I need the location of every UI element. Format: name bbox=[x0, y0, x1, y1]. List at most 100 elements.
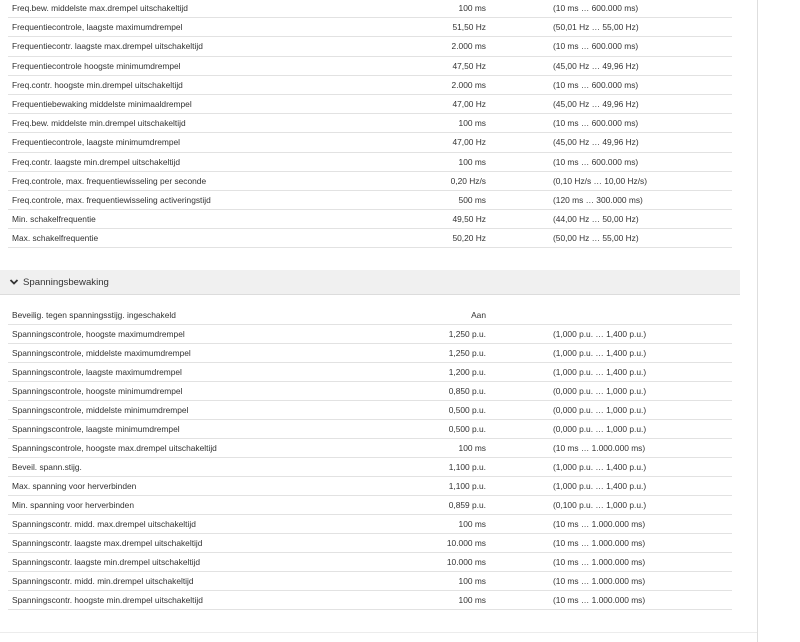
table-row: Spanningscontrole, laagste minimumdrempe… bbox=[8, 420, 732, 439]
table-row: Freq.contr. hoogste min.drempel uitschak… bbox=[8, 76, 732, 95]
setting-name: Spanningscontrole, hoogste maximumdrempe… bbox=[12, 329, 185, 339]
setting-name: Spanningscontrole, middelste minimumdrem… bbox=[12, 405, 189, 415]
setting-range: (10 ms … 1.000.000 ms) bbox=[553, 557, 646, 567]
table-row: Spanningscontrole, hoogste max.drempel u… bbox=[8, 439, 732, 458]
setting-value: 1,100 p.u. bbox=[448, 481, 486, 491]
setting-name: Min. schakelfrequentie bbox=[12, 214, 96, 225]
table-row: Spanningscontr. laagste min.drempel uits… bbox=[8, 553, 732, 572]
setting-value: 100 ms bbox=[458, 3, 486, 13]
table-row: Frequentiecontr. laagste max.drempel uit… bbox=[8, 37, 732, 57]
setting-value: 1,250 p.u. bbox=[448, 329, 486, 339]
setting-range: (50,01 Hz … 55,00 Hz) bbox=[553, 22, 639, 33]
setting-value: 47,00 Hz bbox=[452, 98, 486, 109]
setting-value: 2.000 ms bbox=[451, 79, 486, 90]
table-row: Min. spanning voor herverbinden 0,859 p.u… bbox=[8, 496, 732, 515]
setting-name: Spanningscontr. midd. min.drempel uitsch… bbox=[12, 576, 194, 586]
setting-range: (1,000 p.u. … 1,400 p.u.) bbox=[553, 481, 647, 491]
table-row: Beveilig. tegen spanningsstijg. ingescha… bbox=[8, 306, 732, 325]
setting-range: (10 ms … 600.000 ms) bbox=[553, 41, 639, 52]
setting-value: 50,20 Hz bbox=[452, 233, 486, 244]
setting-name: Min. spanning voor herverbinden bbox=[12, 500, 134, 510]
section-header-voltage[interactable]: Spanningsbewaking bbox=[0, 270, 740, 295]
setting-name: Frequentiecontr. laagste max.drempel uit… bbox=[12, 41, 203, 52]
setting-name: Freq.bew. middelste min.drempel uitschak… bbox=[12, 118, 186, 129]
setting-range: (10 ms … 1.000.000 ms) bbox=[553, 595, 646, 605]
setting-name: Spanningscontrole, laagste maximumdrempe… bbox=[12, 367, 182, 377]
table-row: Max. spanning voor herverbinden 1,100 p.u… bbox=[8, 477, 732, 496]
setting-name: Spanningscontr. hoogste min.drempel uits… bbox=[12, 595, 203, 605]
setting-range: (10 ms … 1.000.000 ms) bbox=[553, 519, 646, 529]
table-row: Freq.bew. middelste min.drempel uitschak… bbox=[8, 114, 732, 134]
setting-value: 100 ms bbox=[458, 118, 486, 129]
setting-value: 47,50 Hz bbox=[452, 60, 486, 71]
setting-range: (1,000 p.u. … 1,400 p.u.) bbox=[553, 367, 647, 377]
frequency-settings-table: Freq.bew. middelste max.drempel uitschak… bbox=[8, 0, 732, 249]
table-row: Spanningscontr. midd. max.drempel uitsch… bbox=[8, 515, 732, 534]
setting-value: 100 ms bbox=[458, 519, 486, 529]
scrollbar[interactable] bbox=[757, 0, 758, 642]
setting-range: (50,00 Hz … 55,00 Hz) bbox=[553, 233, 639, 244]
setting-name: Spanningscontrole, hoogste minimumdrempe… bbox=[12, 386, 183, 396]
setting-range: (120 ms … 300.000 ms) bbox=[553, 194, 643, 205]
setting-range: (1,000 p.u. … 1,400 p.u.) bbox=[553, 329, 647, 339]
settings-content: Freq.bew. middelste max.drempel uitschak… bbox=[0, 0, 760, 642]
table-row: Spanningscontr. hoogste min.drempel uits… bbox=[8, 591, 732, 610]
setting-value: 10.000 ms bbox=[446, 538, 486, 548]
table-row: Min. schakelfrequentie 49,50 Hz (44,00 Hz … bbox=[8, 210, 732, 230]
setting-name: Max. spanning voor herverbinden bbox=[12, 481, 137, 491]
setting-value: 2.000 ms bbox=[451, 41, 486, 52]
setting-value: 0,500 p.u. bbox=[448, 405, 486, 415]
setting-value: 500 ms bbox=[458, 194, 486, 205]
setting-value: 1,250 p.u. bbox=[448, 348, 486, 358]
setting-range: (1,000 p.u. … 1,400 p.u.) bbox=[553, 462, 647, 472]
setting-value: 100 ms bbox=[458, 595, 486, 605]
setting-name: Spanningscontrole, hoogste max.drempel u… bbox=[12, 443, 217, 453]
table-row: Freq.controle, max. frequentiewisseling … bbox=[8, 191, 732, 211]
chevron-down-icon bbox=[9, 279, 19, 285]
setting-range: (10 ms … 600.000 ms) bbox=[553, 118, 639, 129]
table-row: Spanningscontrole, hoogste maximumdrempe… bbox=[8, 325, 732, 344]
setting-name: Frequentiecontrole hoogste minimumdrempe… bbox=[12, 60, 181, 71]
setting-name: Beveil. spann.stijg. bbox=[12, 462, 82, 472]
table-row: Frequentiecontrole hoogste minimumdrempe… bbox=[8, 57, 732, 76]
table-row: Spanningscontrole, middelste maximumdrem… bbox=[8, 344, 732, 363]
setting-range: (10 ms … 1.000.000 ms) bbox=[553, 576, 646, 586]
setting-range: (10 ms … 1.000.000 ms) bbox=[553, 538, 646, 548]
setting-range: (0,000 p.u. … 1,000 p.u.) bbox=[553, 386, 647, 396]
setting-value: 0,20 Hz/s bbox=[450, 175, 486, 186]
setting-range: (45,00 Hz … 49,96 Hz) bbox=[553, 137, 639, 148]
table-row: Frequentiecontrole, laagste minimumdremp… bbox=[8, 133, 732, 153]
setting-name: Freq.contr. hoogste min.drempel uitschak… bbox=[12, 79, 183, 90]
table-row: Spanningscontrole, laagste maximumdrempe… bbox=[8, 363, 732, 382]
setting-value: 1,200 p.u. bbox=[448, 367, 486, 377]
setting-name: Frequentiecontrole, laagste maximumdremp… bbox=[12, 22, 183, 33]
table-row: Freq.bew. middelste max.drempel uitschak… bbox=[8, 0, 732, 19]
setting-name: Freq.controle, max. frequentiewisseling … bbox=[12, 175, 207, 186]
setting-name: Spanningscontr. laagste max.drempel uits… bbox=[12, 538, 203, 548]
setting-value: 100 ms bbox=[458, 156, 486, 167]
voltage-settings-table: Beveilig. tegen spanningsstijg. ingescha… bbox=[8, 306, 732, 610]
setting-name: Frequentiebewaking middelste minimaaldre… bbox=[12, 98, 192, 109]
table-row: Freq.controle, max. frequentiewisseling … bbox=[8, 172, 732, 191]
section-title: Spanningsbewaking bbox=[23, 277, 109, 288]
divider bbox=[0, 632, 757, 633]
setting-value: 0,850 p.u. bbox=[448, 386, 486, 396]
setting-value: 0,500 p.u. bbox=[448, 424, 486, 434]
setting-value: 100 ms bbox=[458, 576, 486, 586]
setting-value: 51,50 Hz bbox=[452, 22, 486, 33]
setting-range: (0,000 p.u. … 1,000 p.u.) bbox=[553, 424, 647, 434]
setting-name: Spanningscontr. midd. max.drempel uitsch… bbox=[12, 519, 196, 529]
setting-range: (10 ms … 600.000 ms) bbox=[553, 79, 639, 90]
setting-name: Freq.contr. laagste min.drempel uitschak… bbox=[12, 156, 181, 167]
setting-name: Spanningscontrole, middelste maximumdrem… bbox=[12, 348, 191, 358]
setting-value: 0,859 p.u. bbox=[448, 500, 486, 510]
table-row: Freq.contr. laagste min.drempel uitschak… bbox=[8, 153, 732, 172]
setting-range: (10 ms … 600.000 ms) bbox=[553, 3, 639, 13]
setting-range: (10 ms … 1.000.000 ms) bbox=[553, 443, 646, 453]
table-row: Spanningscontrole, middelste minimumdrem… bbox=[8, 401, 732, 420]
setting-value: 49,50 Hz bbox=[452, 214, 486, 225]
setting-name: Freq.bew. middelste max.drempel uitschak… bbox=[12, 3, 188, 13]
setting-range: (0,10 Hz/s … 10,00 Hz/s) bbox=[553, 175, 648, 186]
setting-range: (0,000 p.u. … 1,000 p.u.) bbox=[553, 405, 647, 415]
table-row: Spanningscontrole, hoogste minimumdrempe… bbox=[8, 382, 732, 401]
